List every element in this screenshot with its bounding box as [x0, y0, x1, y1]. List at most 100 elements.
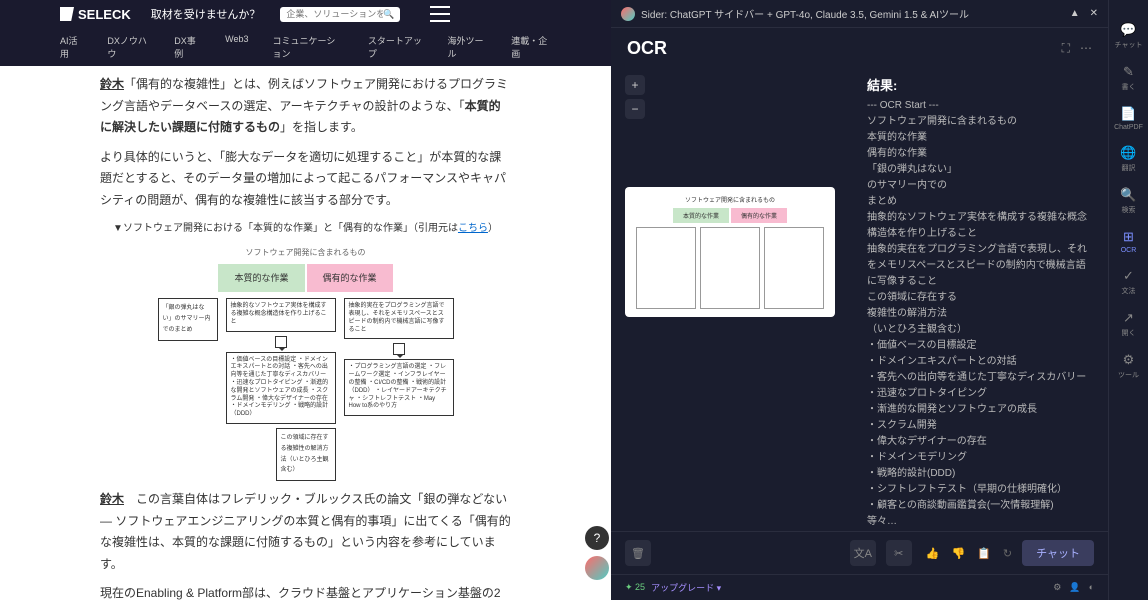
speaker-name: 鈴木 — [100, 492, 124, 506]
search-box[interactable]: 🔍 — [280, 7, 400, 22]
preview-box — [636, 227, 696, 309]
sidebar-item-検索[interactable]: 🔍検索 — [1121, 187, 1137, 215]
zoom-out-button[interactable]: − — [625, 99, 645, 119]
article-text: この言葉自体はフレデリック・ブルックス氏の論文「銀の弾などない— ソフトウェアエ… — [100, 492, 511, 571]
diagram-label: 「銀の弾丸はない」のサマリー内でのまとめ — [158, 298, 218, 340]
help-button[interactable]: ? — [585, 526, 609, 550]
settings-icon[interactable]: ⚙ — [1053, 582, 1061, 593]
result-text: --- OCR Start ---ソフトウェア開発に含まれるもの本質的な作業偶有… — [867, 98, 1094, 525]
sider-button[interactable] — [585, 556, 609, 580]
nav-item[interactable]: スタートアップ — [368, 34, 424, 60]
article-text: 「偶有的な複雑性」とは、例えばソフトウェア開発におけるプログラミング言語やデータ… — [100, 77, 508, 113]
logo-text: SELECK — [78, 7, 131, 22]
copy-icon[interactable]: 📋 — [977, 547, 991, 560]
thumbs-down-icon[interactable]: 👎 — [951, 547, 965, 560]
sider-sidebar: 💬 チャット ✎ 書く 📄 ChatPDF 🌐 翻訳 🔍検索 ⊞OCR ✓ 文法 ↗開く ⚙ ツール — [1108, 0, 1148, 600]
nav-item[interactable]: 海外ツール — [448, 34, 488, 60]
sidebar-icon: ✎ — [1121, 64, 1137, 80]
source-link[interactable]: こちら — [458, 223, 488, 234]
sidebar-label: 翻訳 — [1122, 163, 1136, 173]
sidebar-item-OCR[interactable]: ⊞OCR — [1121, 229, 1137, 254]
sidebar-item-文法[interactable]: ✓ 文法 — [1121, 268, 1137, 296]
cta-link[interactable]: 取材を受けませんか？ — [151, 6, 261, 22]
search-icon[interactable]: 🔍 — [383, 9, 394, 20]
ocr-body: + − ソフトウェア開発に含まれるもの 本質的な作業 偶有的な作業 — [611, 69, 1108, 531]
sidebar-icon: 📄 — [1120, 106, 1136, 122]
sider-title: Sider: ChatGPT サイドバー + GPT-4o, Claude 3.… — [641, 6, 969, 21]
sidebar-icon: 💬 — [1121, 22, 1137, 38]
sider-topbar: Sider: ChatGPT サイドバー + GPT-4o, Claude 3.… — [611, 0, 1108, 28]
sidebar-item-書く[interactable]: ✎ 書く — [1121, 64, 1137, 92]
sidebar-icon: ⚙ — [1121, 352, 1137, 368]
sider-logo-icon — [621, 7, 635, 21]
sidebar-item-ChatPDF[interactable]: 📄 ChatPDF — [1114, 106, 1143, 131]
nav-item[interactable]: 連載・企画 — [511, 34, 551, 60]
sidebar-item-チャット[interactable]: 💬 チャット — [1115, 22, 1143, 50]
image-preview[interactable]: ソフトウェア開発に含まれるもの 本質的な作業 偶有的な作業 — [625, 187, 835, 317]
search-input[interactable] — [286, 9, 383, 19]
refresh-icon[interactable]: ↻ — [1003, 547, 1012, 560]
expand-icon[interactable]: ⛶ — [1062, 41, 1070, 56]
upgrade-link[interactable]: アップグレード ▾ — [651, 581, 721, 594]
trash-button[interactable]: 🗑 — [625, 540, 651, 566]
diagram-label: この領域に存在する複雑性の解消方法（いとひろ主観含む） — [276, 428, 336, 481]
diagram-box: 本質的な作業 — [218, 264, 304, 292]
translate-button[interactable]: 文A — [850, 540, 876, 566]
crop-button[interactable]: ✂ — [886, 540, 912, 566]
sidebar-label: ChatPDF — [1114, 124, 1143, 131]
preview-box — [700, 227, 760, 309]
zoom-controls: + − — [625, 75, 855, 119]
diagram: ソフトウェア開発に含まれるもの 本質的な作業 偶有的な作業 「銀の弾丸はない」の… — [156, 246, 456, 482]
preview-text: ソフトウェア開発に含まれるもの — [633, 195, 827, 204]
sidebar-label: チャット — [1115, 40, 1143, 50]
thumbs-up-icon[interactable]: 👍 — [926, 547, 940, 560]
ocr-footer: 🗑 文A ✂ 👍 👎 📋 ↻ チャット — [611, 531, 1108, 574]
nav-item[interactable]: DXノウハウ — [107, 34, 150, 60]
bottom-bar: ✦ 25 アップグレード ▾ ⚙ 👤 ◐ — [611, 574, 1108, 600]
result-label: 結果: — [867, 75, 1094, 94]
sidebar-icon: ↗ — [1121, 310, 1137, 326]
article-text: 現在のEnabling & Platform部は、クラウド基盤とアプリケーション… — [100, 583, 511, 600]
sidebar-item-翻訳[interactable]: 🌐 翻訳 — [1121, 145, 1137, 173]
ocr-results: 結果: --- OCR Start ---ソフトウェア開発に含まれるもの本質的な… — [867, 75, 1094, 525]
speaker-name: 鈴木 — [100, 77, 124, 91]
nav-item[interactable]: コミュニケーション — [273, 34, 344, 60]
diagram-box: 抽象的実在をプログラミング言語で表現し、それをメモリスペースとスピードの制約内で… — [344, 298, 454, 339]
article-body: 鈴木「偶有的な複雑性」とは、例えばソフトウェア開発におけるプログラミング言語やデ… — [0, 66, 611, 600]
close-icon[interactable]: ✕ — [1090, 8, 1098, 19]
sidebar-icon: ⊞ — [1121, 229, 1137, 245]
sidebar-item-開く[interactable]: ↗開く — [1121, 310, 1137, 338]
sidebar-label: 書く — [1122, 82, 1136, 92]
notification-icon[interactable]: ▲ — [1070, 8, 1080, 19]
sidebar-label: ツール — [1118, 370, 1139, 380]
preview-box: 偶有的な作業 — [731, 208, 787, 223]
nav-item[interactable]: AI活用 — [60, 34, 83, 60]
zoom-in-button[interactable]: + — [625, 75, 645, 95]
site-header: SELECK 取材を受けませんか？ 🔍 — [0, 0, 611, 28]
nav-item[interactable]: DX事例 — [174, 34, 201, 60]
diagram-box: ・プログラミング言語の選定 ・フレームワーク選定 ・インフラレイヤーの整備 ・C… — [344, 359, 454, 416]
article-text: 」を指します。 — [280, 120, 363, 134]
chat-button[interactable]: チャット — [1022, 540, 1094, 566]
site-logo[interactable]: SELECK — [60, 7, 131, 22]
sidebar-item-ツール[interactable]: ⚙ ツール — [1118, 352, 1139, 380]
ocr-title: OCR — [627, 38, 667, 59]
sidebar-icon: ✓ — [1121, 268, 1137, 284]
sidebar-label: 文法 — [1122, 286, 1136, 296]
sidebar-label: 検索 — [1122, 205, 1136, 215]
arrow-icon — [275, 336, 287, 348]
ocr-header: OCR ⛶ ⋯ — [611, 28, 1108, 69]
sidebar-icon: 🌐 — [1121, 145, 1137, 161]
user-icon[interactable]: 👤 — [1069, 582, 1080, 593]
theme-icon[interactable]: ◐ — [1089, 582, 1094, 593]
hamburger-menu[interactable] — [430, 6, 450, 22]
diagram-caption: ▼ソフトウェア開発における「本質的な作業」と「偶有的な作業」（引用元はこちら） — [100, 220, 511, 238]
nav-item[interactable]: Web3 — [225, 34, 248, 60]
diagram-box: ・価値ベースの目標設定 ・ドメインエキスパートとの対話 ・客先への出向等を通じた… — [226, 352, 336, 424]
ocr-preview-area: + − ソフトウェア開発に含まれるもの 本質的な作業 偶有的な作業 — [625, 75, 855, 525]
credits-badge[interactable]: ✦ 25 — [625, 582, 645, 593]
arrow-icon — [393, 343, 405, 355]
article-text: より具体的にいうと、「膨大なデータを適切に処理すること」が本質的な課題だとすると… — [100, 147, 511, 212]
more-icon[interactable]: ⋯ — [1080, 41, 1092, 56]
main-nav: AI活用 DXノウハウ DX事例 Web3 コミュニケーション スタートアップ … — [0, 28, 611, 66]
